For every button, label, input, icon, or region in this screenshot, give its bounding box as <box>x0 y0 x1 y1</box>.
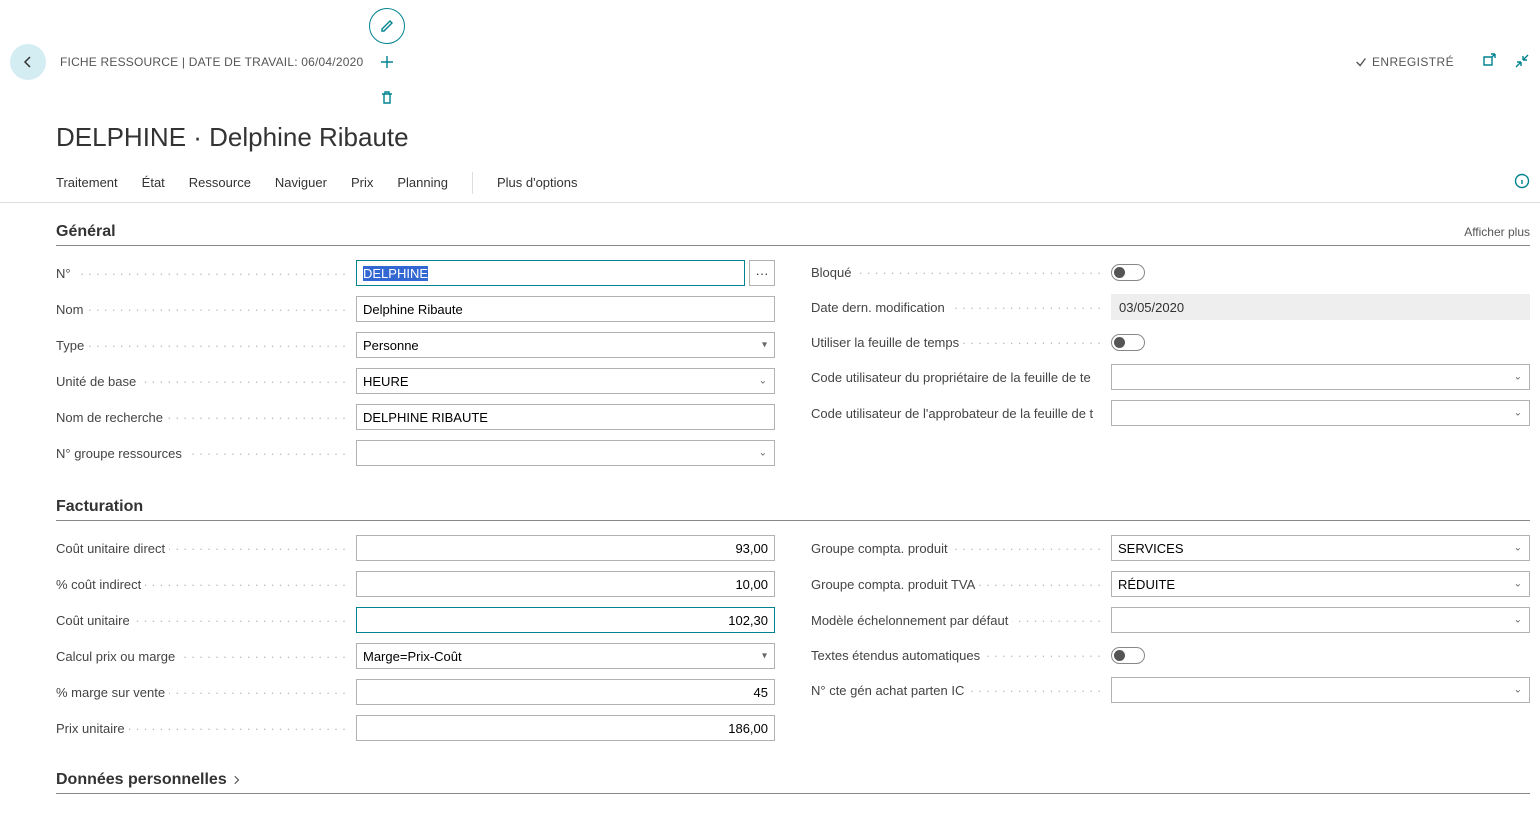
label-modele: Modèle échelonnement par défaut <box>811 613 1111 628</box>
menu-ressource[interactable]: Ressource <box>189 167 251 198</box>
label-calcul: Calcul prix ou marge <box>56 649 356 664</box>
show-more-link[interactable]: Afficher plus <box>1464 225 1530 239</box>
approb-field[interactable] <box>1111 400 1530 426</box>
pct-marge-field[interactable] <box>356 679 775 705</box>
plus-icon <box>379 54 395 70</box>
menu-planning[interactable]: Planning <box>397 167 448 198</box>
pencil-icon <box>379 18 395 34</box>
breadcrumb: FICHE RESSOURCE | DATE DE TRAVAIL: 06/04… <box>60 55 363 69</box>
edit-button[interactable] <box>369 8 405 44</box>
label-nom: Nom <box>56 302 356 317</box>
section-facturation-header[interactable]: Facturation <box>56 498 1530 521</box>
section-general-title: Général <box>56 223 116 241</box>
delete-button[interactable] <box>369 80 405 116</box>
label-gcp: Groupe compta. produit <box>811 541 1111 556</box>
chevron-right-icon <box>231 774 243 786</box>
nom-field[interactable] <box>356 296 775 322</box>
cout-unitaire-field[interactable] <box>356 607 775 633</box>
feuille-toggle[interactable] <box>1111 334 1145 351</box>
saved-indicator: ENREGISTRÉ <box>1354 55 1454 69</box>
no-field[interactable] <box>356 260 745 286</box>
action-toolbar: Traitement État Ressource Naviguer Prix … <box>0 163 1540 203</box>
modele-field[interactable] <box>1111 607 1530 633</box>
label-textes: Textes étendus automatiques <box>811 648 1111 663</box>
check-icon <box>1354 55 1368 69</box>
collapse-button[interactable] <box>1514 53 1530 72</box>
section-donnees-perso-title: Données personnelles <box>56 771 227 789</box>
label-cout-unitaire: Coût unitaire <box>56 613 356 628</box>
label-feuille: Utiliser la feuille de temps <box>811 335 1111 350</box>
label-unite: Unité de base <box>56 374 356 389</box>
trash-icon <box>379 90 395 106</box>
date-mod-field: 03/05/2020 <box>1111 294 1530 320</box>
label-ic: N° cte gén achat parten IC <box>811 683 1111 698</box>
ic-field[interactable] <box>1111 677 1530 703</box>
label-prix-unitaire: Prix unitaire <box>56 721 356 736</box>
section-facturation-title: Facturation <box>56 498 143 516</box>
prix-unitaire-field[interactable] <box>356 715 775 741</box>
popout-icon <box>1480 53 1496 69</box>
arrow-left-icon <box>20 54 36 70</box>
menu-more-options[interactable]: Plus d'options <box>497 167 578 198</box>
label-pct-marge: % marge sur vente <box>56 685 356 700</box>
label-prop: Code utilisateur du propriétaire de la f… <box>811 370 1111 385</box>
page-title: DELPHINE · Delphine Ribaute <box>0 116 1540 163</box>
label-recherche: Nom de recherche <box>56 410 356 425</box>
menu-traitement[interactable]: Traitement <box>56 167 118 198</box>
back-button[interactable] <box>10 44 46 80</box>
label-approb: Code utilisateur de l'approbateur de la … <box>811 406 1111 421</box>
label-bloque: Bloqué <box>811 265 1111 280</box>
section-donnees-perso-header[interactable]: Données personnelles <box>56 771 1530 794</box>
label-pct-indirect: % coût indirect <box>56 577 356 592</box>
menu-prix[interactable]: Prix <box>351 167 373 198</box>
calcul-select[interactable]: Marge=Prix-Coût <box>356 643 775 669</box>
label-gcptva: Groupe compta. produit TVA <box>811 577 1111 592</box>
info-button[interactable] <box>1514 173 1530 192</box>
add-button[interactable] <box>369 44 405 80</box>
prop-field[interactable] <box>1111 364 1530 390</box>
info-icon <box>1514 173 1530 189</box>
menu-etat[interactable]: État <box>142 167 165 198</box>
no-lookup-button[interactable]: ··· <box>749 260 775 286</box>
cout-direct-field[interactable] <box>356 535 775 561</box>
label-type: Type <box>56 338 356 353</box>
open-new-window-button[interactable] <box>1480 53 1496 72</box>
recherche-field[interactable] <box>356 404 775 430</box>
label-date-mod: Date dern. modification <box>811 300 1111 315</box>
groupe-field[interactable] <box>356 440 775 466</box>
label-groupe: N° groupe ressources <box>56 446 356 461</box>
gcp-field[interactable] <box>1111 535 1530 561</box>
toolbar-divider <box>472 172 473 194</box>
unite-field[interactable] <box>356 368 775 394</box>
bloque-toggle[interactable] <box>1111 264 1145 281</box>
gcptva-field[interactable] <box>1111 571 1530 597</box>
type-select[interactable]: Personne <box>356 332 775 358</box>
section-general-header[interactable]: Général Afficher plus <box>56 223 1530 246</box>
collapse-icon <box>1514 53 1530 69</box>
textes-toggle[interactable] <box>1111 647 1145 664</box>
label-cout-direct: Coût unitaire direct <box>56 541 356 556</box>
menu-naviguer[interactable]: Naviguer <box>275 167 327 198</box>
label-no: N° <box>56 266 356 281</box>
saved-label: ENREGISTRÉ <box>1372 55 1454 69</box>
pct-indirect-field[interactable] <box>356 571 775 597</box>
